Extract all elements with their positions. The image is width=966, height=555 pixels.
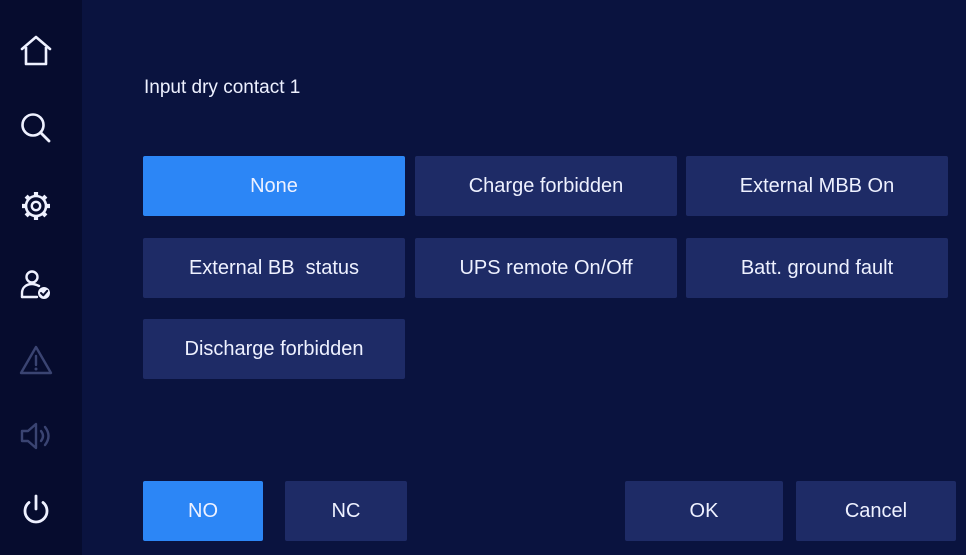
speaker-icon [12, 412, 60, 460]
option-charge-forbidden[interactable]: Charge forbidden [415, 156, 677, 216]
gear-icon[interactable] [12, 182, 60, 230]
option-batt-ground-fault[interactable]: Batt. ground fault [686, 238, 948, 298]
sidebar [0, 0, 82, 555]
home-icon[interactable] [12, 26, 60, 74]
ok-button[interactable]: OK [625, 481, 783, 541]
user-settings-icon[interactable] [12, 260, 60, 308]
option-discharge-forbidden[interactable]: Discharge forbidden [143, 319, 405, 379]
option-none[interactable]: None [143, 156, 405, 216]
no-contact-button[interactable]: NO [143, 481, 263, 541]
option-external-mbb-on[interactable]: External MBB On [686, 156, 948, 216]
option-ups-remote-on-off[interactable]: UPS remote On/Off [415, 238, 677, 298]
nc-contact-button[interactable]: NC [285, 481, 407, 541]
search-icon[interactable] [12, 104, 60, 152]
cancel-button[interactable]: Cancel [796, 481, 956, 541]
alarm-warning-icon [12, 336, 60, 384]
dry-contact-dialog: Input dry contact 1 None Charge forbidde… [82, 0, 966, 555]
page-title: Input dry contact 1 [144, 77, 301, 98]
ups-settings-screen: Input dry contact 1 None Charge forbidde… [0, 0, 966, 555]
power-icon[interactable] [12, 486, 60, 534]
option-external-bb-status[interactable]: External BB status [143, 238, 405, 298]
